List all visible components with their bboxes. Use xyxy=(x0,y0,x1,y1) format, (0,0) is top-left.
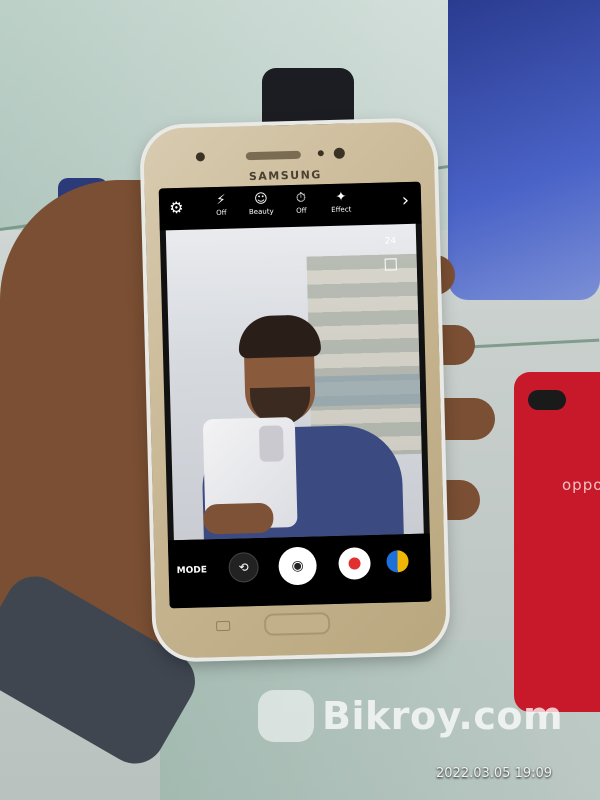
flash-label: Off xyxy=(216,208,227,218)
mode-button[interactable]: MODE xyxy=(177,565,207,576)
timer-toggle[interactable]: ⏱ Off xyxy=(283,190,320,215)
effects-thumbnail[interactable] xyxy=(386,550,409,573)
home-button[interactable] xyxy=(263,612,331,636)
brand-logo: SAMSUNG xyxy=(248,168,323,184)
watermark-text: Bikroy.com xyxy=(322,694,564,738)
chevron-right-icon[interactable]: › xyxy=(402,190,410,211)
camera-icon: ◉ xyxy=(291,557,304,575)
phone-screen: ⚙ ⚡ Off ☺ Beauty ⏱ Off ✦ Effect › 24 MOD… xyxy=(158,181,432,609)
photo-counter: 24 xyxy=(384,236,397,247)
timer-label: Off xyxy=(296,206,307,215)
front-sensor xyxy=(317,150,324,157)
camera-toolbar: ⚙ ⚡ Off ☺ Beauty ⏱ Off ✦ Effect › xyxy=(158,181,422,231)
camera-bottom-bar: MODE ⟲ ◉ xyxy=(167,533,432,609)
earpiece-speaker xyxy=(245,150,301,161)
bikroy-logo-icon xyxy=(258,690,314,742)
switch-camera-icon[interactable]: ⟲ xyxy=(228,552,260,583)
timestamp: 2022.03.05 19:09 xyxy=(436,766,553,781)
shutter-button[interactable]: ◉ xyxy=(278,546,318,586)
background-phone-red xyxy=(514,372,600,712)
oppo-logo: oppo xyxy=(562,476,600,494)
gallery-icon xyxy=(384,258,397,271)
timer-icon: ⏱ xyxy=(295,190,307,206)
beauty-toggle[interactable]: ☺ Beauty xyxy=(243,191,280,216)
camera-preview: 24 xyxy=(165,223,424,541)
flash-toggle[interactable]: ⚡ Off xyxy=(203,192,240,217)
settings-gear-icon[interactable]: ⚙ xyxy=(169,198,184,217)
front-sensor xyxy=(195,152,205,162)
photo-scene: oppo SAMSUNG ⚙ ⚡ Off ☺ Beauty ⏱ Off ✦ Ef… xyxy=(0,0,600,800)
front-camera xyxy=(333,147,345,159)
beauty-icon: ☺ xyxy=(254,191,268,207)
flash-off-icon: ⚡ xyxy=(216,192,226,208)
mirror-finger xyxy=(202,502,274,535)
phone: SAMSUNG ⚙ ⚡ Off ☺ Beauty ⏱ Off ✦ Effect … xyxy=(143,121,447,659)
record-dot-icon xyxy=(348,557,361,570)
record-button[interactable] xyxy=(338,547,371,580)
effect-toggle[interactable]: ✦ Effect xyxy=(323,189,360,214)
oppo-camera-icon xyxy=(528,390,566,410)
mirror-camera-module xyxy=(258,425,284,462)
effect-icon: ✦ xyxy=(335,189,347,205)
background-phone-blue xyxy=(448,0,600,300)
recent-apps-key[interactable] xyxy=(216,620,231,632)
effect-label: Effect xyxy=(331,205,352,214)
beauty-label: Beauty xyxy=(248,207,274,217)
preview-counter xyxy=(299,373,421,407)
